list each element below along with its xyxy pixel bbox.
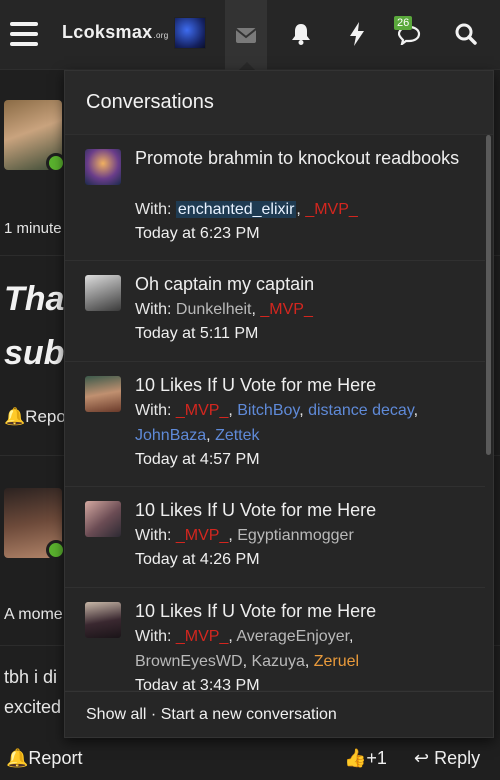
conversation-time: Today at 4:57 PM xyxy=(135,451,260,468)
like-button[interactable]: 👍+1 xyxy=(344,748,387,769)
conversation-avatar xyxy=(85,602,121,638)
user-avatar[interactable] xyxy=(174,17,206,49)
alerts-button[interactable] xyxy=(281,14,321,54)
conversation-participants: With: enchanted_elixir, _MVP_ xyxy=(135,201,358,218)
reply-button[interactable]: ↩ Reply xyxy=(414,748,480,769)
participant-link[interactable]: Kazuya xyxy=(251,653,304,670)
envelope-icon xyxy=(235,27,257,43)
post-snippet: tbh i di xyxy=(4,667,58,687)
conversation-time: Today at 3:43 PM xyxy=(135,677,260,690)
report-button[interactable]: 🔔Report xyxy=(6,748,82,769)
like-count: +1 xyxy=(366,748,387,768)
conversation-item[interactable]: 10 Likes If U Vote for me Here With: _MV… xyxy=(65,487,485,588)
conversation-participants: With: _MVP_, Egyptianmogger xyxy=(135,527,354,544)
conversation-title[interactable]: Promote brahmin to knockout readbooks xyxy=(135,145,475,171)
whats-new-button[interactable] xyxy=(337,14,377,54)
conversation-item[interactable]: 10 Likes If U Vote for me Here With: _MV… xyxy=(65,362,485,487)
conversation-time: Today at 5:11 PM xyxy=(135,325,259,342)
dropdown-title: Conversations xyxy=(65,71,493,135)
conversation-participants: With: Dunkelheit, _MVP_ xyxy=(135,301,313,318)
bell-icon: 🔔 xyxy=(4,407,26,426)
report-label: Repo xyxy=(25,407,66,426)
participant-link[interactable]: _MVP_ xyxy=(176,527,228,544)
start-conversation-link[interactable]: Start a new conversation xyxy=(161,706,337,723)
alerts-count-badge: 26 xyxy=(394,16,413,30)
logo-suffix: .org xyxy=(153,31,169,40)
report-label: Report xyxy=(28,748,83,768)
participant-link[interactable]: _MVP_ xyxy=(260,301,312,318)
post-snippet: excited xyxy=(4,697,62,717)
conversation-time: Today at 4:26 PM xyxy=(135,551,260,568)
conversation-title[interactable]: 10 Likes If U Vote for me Here xyxy=(135,372,475,398)
online-indicator xyxy=(46,540,66,560)
conversation-title[interactable]: Oh captain my captain xyxy=(135,271,475,297)
conversations-list[interactable]: Promote brahmin to knockout readbooks Wi… xyxy=(65,135,493,690)
participant-link[interactable]: Zettek xyxy=(215,427,259,444)
reply-label: Reply xyxy=(434,748,481,768)
conversation-item[interactable]: Oh captain my captain With: Dunkelheit, … xyxy=(65,261,485,362)
post-snippet: A mome xyxy=(4,606,63,623)
participant-link[interactable]: Egyptianmogger xyxy=(237,527,354,544)
participant-link[interactable]: _MVP_ xyxy=(176,628,228,645)
participant-link[interactable]: _MVP_ xyxy=(176,402,228,419)
search-button[interactable] xyxy=(446,14,486,54)
conversation-item[interactable]: Promote brahmin to knockout readbooks Wi… xyxy=(65,135,485,261)
post-action-bar: 🔔Report 👍+1 ↩ Reply xyxy=(0,738,500,780)
conversation-participants: With: _MVP_, AverageEnjoyer, BrownEyesWD… xyxy=(135,628,360,670)
post-big-text-1: Tha xyxy=(4,280,65,318)
participant-link[interactable]: Dunkelheit xyxy=(176,301,252,318)
dropdown-footer: Show all · Start a new conversation xyxy=(65,691,493,737)
conversations-dropdown: Conversations Promote brahmin to knockou… xyxy=(64,70,494,738)
participant-link[interactable]: distance decay xyxy=(308,402,414,419)
list-scrollbar[interactable] xyxy=(486,135,491,455)
participant-link[interactable]: BrownEyesWD xyxy=(135,653,243,670)
logo-text: Lcoksmax xyxy=(62,22,153,42)
site-logo[interactable]: Lcoksmax.org xyxy=(62,22,168,43)
post-time[interactable]: 1 minute xyxy=(4,220,62,237)
participant-link[interactable]: _MVP_ xyxy=(305,201,357,218)
conversation-avatar xyxy=(85,275,121,311)
conversation-avatar xyxy=(85,501,121,537)
participant-link[interactable]: BitchBoy xyxy=(237,402,299,419)
conversation-avatar xyxy=(85,376,121,412)
bell-icon xyxy=(292,24,310,45)
conversation-participants: With: _MVP_, BitchBoy, distance decay, J… xyxy=(135,402,419,444)
participant-link[interactable]: enchanted_elixir xyxy=(175,201,297,218)
participant-link[interactable]: JohnBaza xyxy=(135,427,206,444)
hamburger-menu-icon[interactable] xyxy=(10,22,38,46)
participant-link[interactable]: Zeruel xyxy=(314,653,359,670)
report-link[interactable]: 🔔Repo xyxy=(4,407,66,427)
show-all-link[interactable]: Show all xyxy=(86,706,146,723)
reply-arrow-icon: ↩ xyxy=(414,748,430,768)
conversation-avatar xyxy=(85,149,121,185)
participant-link[interactable]: AverageEnjoyer xyxy=(236,628,349,645)
inbox-button[interactable] xyxy=(225,0,267,70)
thumbs-up-icon: 👍 xyxy=(344,748,367,768)
online-indicator xyxy=(46,153,66,173)
footer-separator: · xyxy=(146,706,161,723)
search-icon xyxy=(455,23,477,45)
conversation-title[interactable]: 10 Likes If U Vote for me Here xyxy=(135,598,475,624)
conversation-item[interactable]: 10 Likes If U Vote for me Here With: _MV… xyxy=(65,588,485,690)
lightning-bolt-icon xyxy=(350,22,364,46)
conversation-title[interactable]: 10 Likes If U Vote for me Here xyxy=(135,497,475,523)
conversation-time: Today at 6:23 PM xyxy=(135,225,260,242)
top-navigation-bar: Lcoksmax.org 26 xyxy=(0,0,500,70)
bell-icon: 🔔 xyxy=(6,748,29,768)
